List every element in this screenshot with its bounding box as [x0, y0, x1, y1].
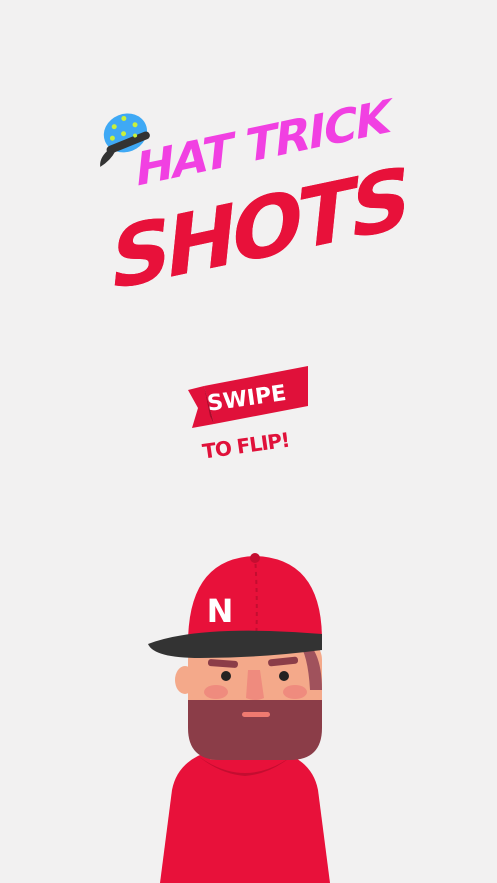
shirt: [160, 746, 330, 883]
player-character[interactable]: [140, 550, 350, 883]
game-logo: HAT TRICK SHOTS: [0, 0, 497, 310]
cap-letter: N: [206, 592, 234, 630]
game-title-screen[interactable]: HAT TRICK SHOTS SWIPE TO FLIP! N: [0, 0, 497, 883]
